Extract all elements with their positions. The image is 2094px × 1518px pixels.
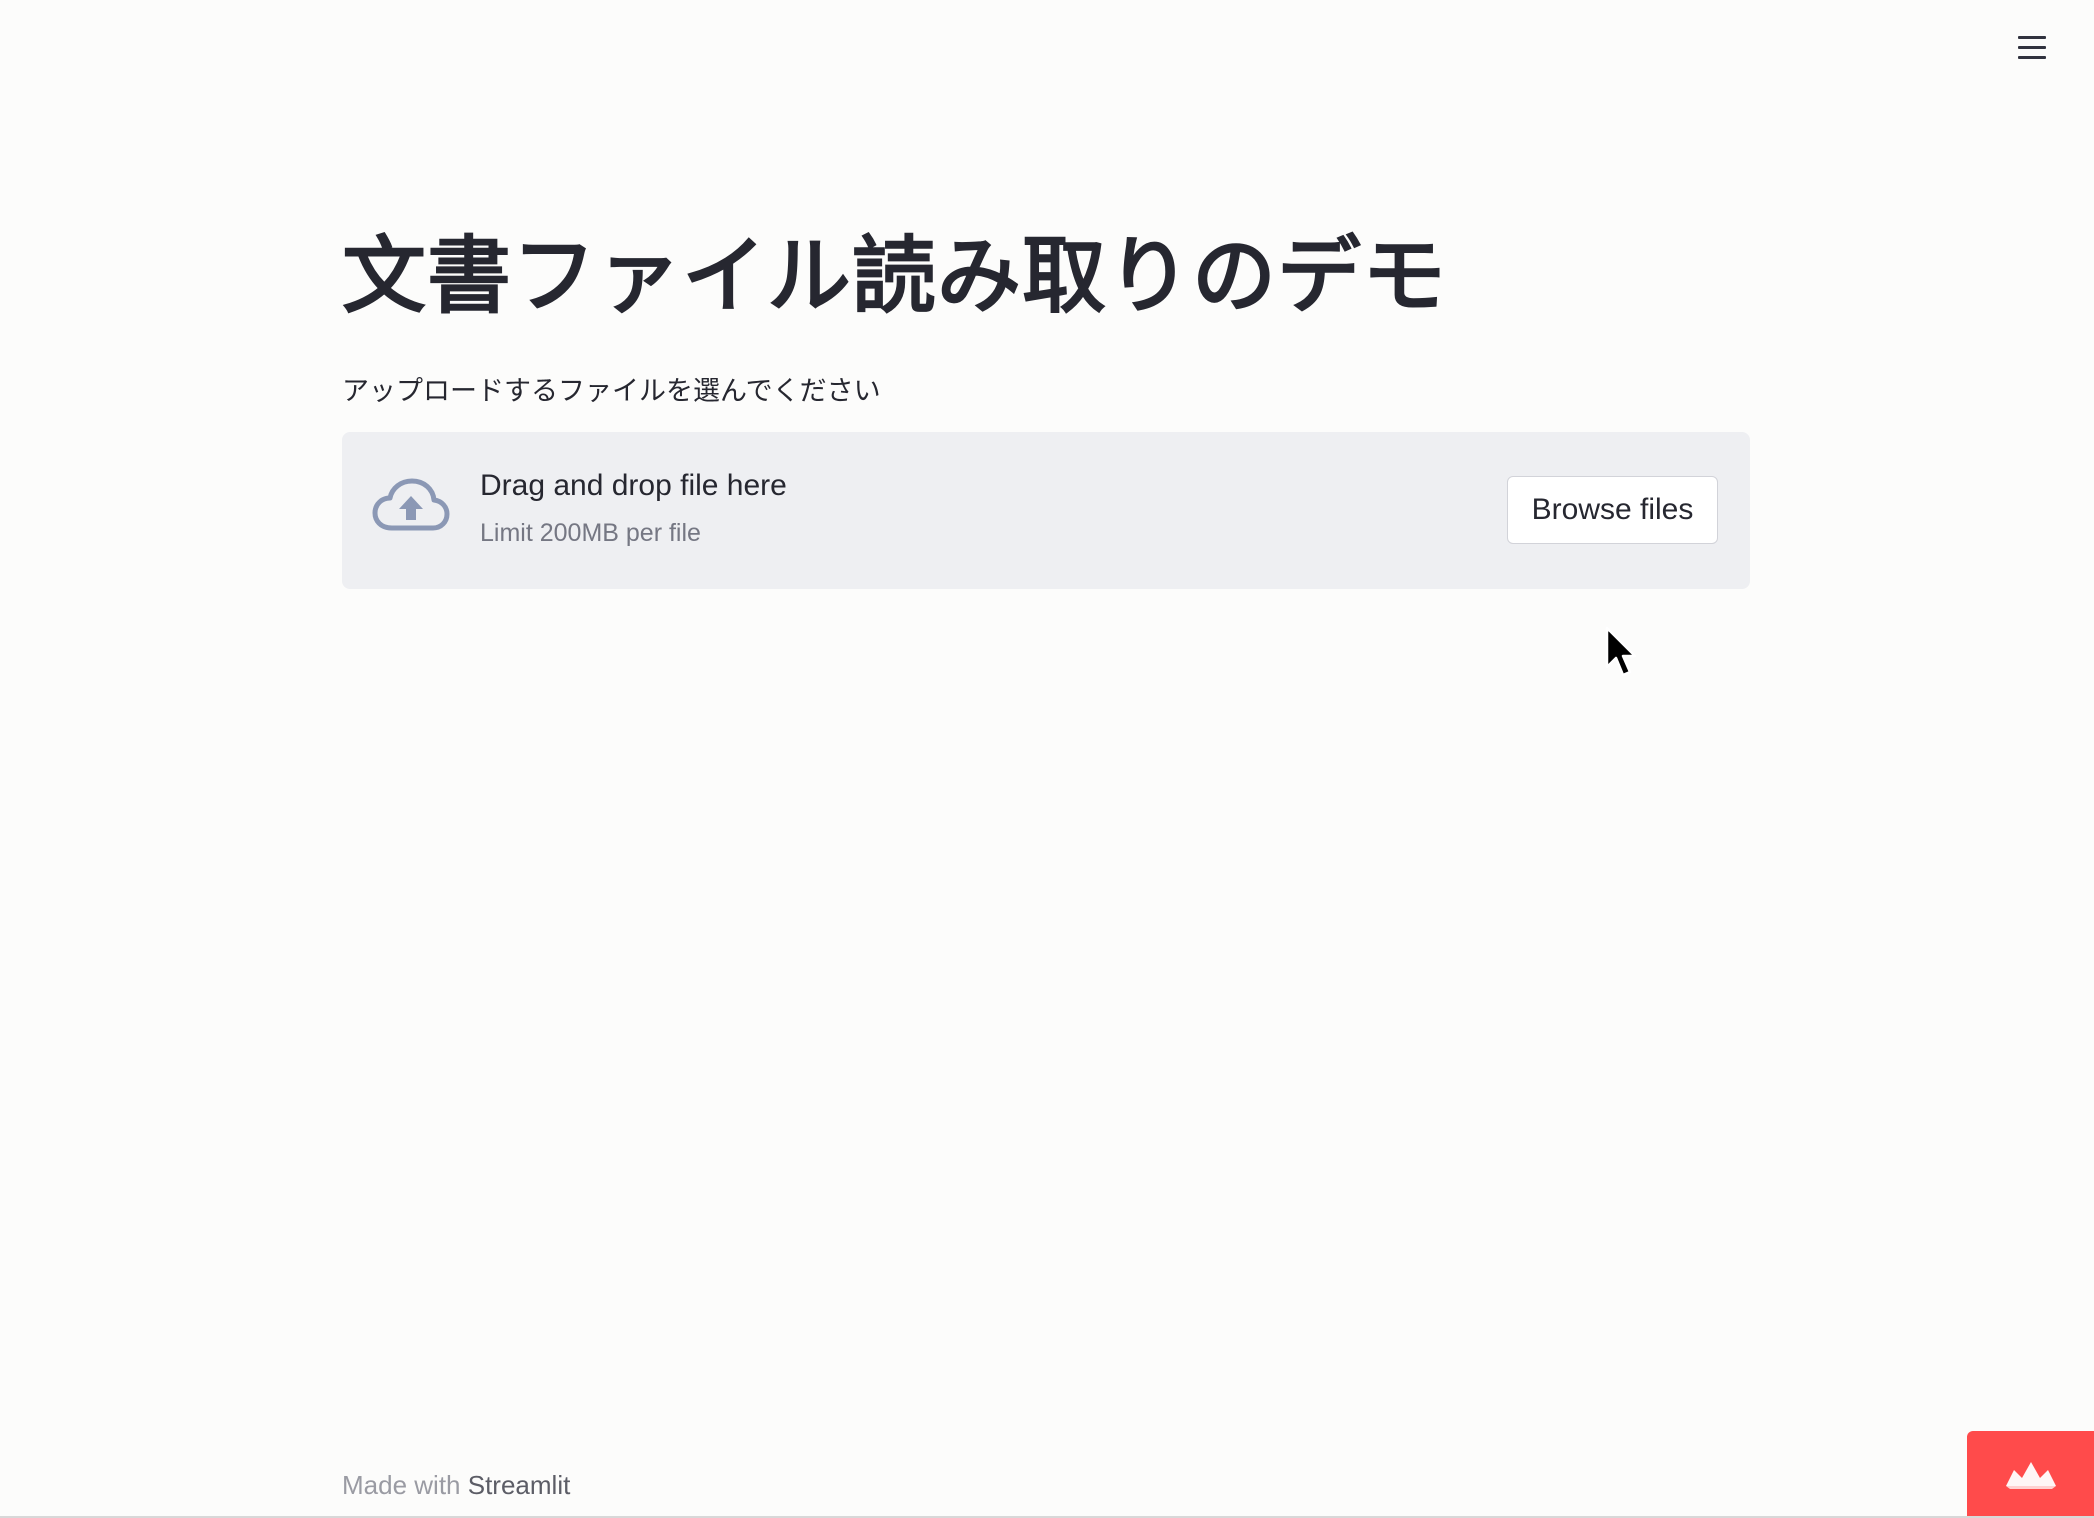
hamburger-icon-bar [2018,55,2046,59]
dropzone-title: Drag and drop file here [480,469,787,502]
streamlit-link[interactable]: Streamlit [468,1470,571,1500]
browse-files-button[interactable]: Browse files [1507,476,1718,544]
footer-prefix: Made with [342,1470,461,1500]
main-menu-button[interactable] [2018,32,2048,62]
streamlit-badge[interactable] [1967,1431,2094,1518]
footer: Made with Streamlit [342,1467,570,1503]
dropzone-instructions: Drag and drop file here Limit 200MB per … [480,466,787,550]
mouse-pointer-icon [1605,626,1637,677]
file-uploader-label: アップロードするファイルを選んでください [342,376,881,407]
hamburger-icon-bar [2018,45,2046,49]
dropzone-size-limit: Limit 200MB per file [480,519,701,547]
page-title: 文書ファイル読み取りのデモ [342,227,1448,325]
cloud-upload-icon [372,478,450,531]
streamlit-crown-icon [2005,1461,2056,1489]
file-dropzone[interactable]: Drag and drop file here Limit 200MB per … [342,432,1750,589]
hamburger-icon [2018,35,2046,39]
